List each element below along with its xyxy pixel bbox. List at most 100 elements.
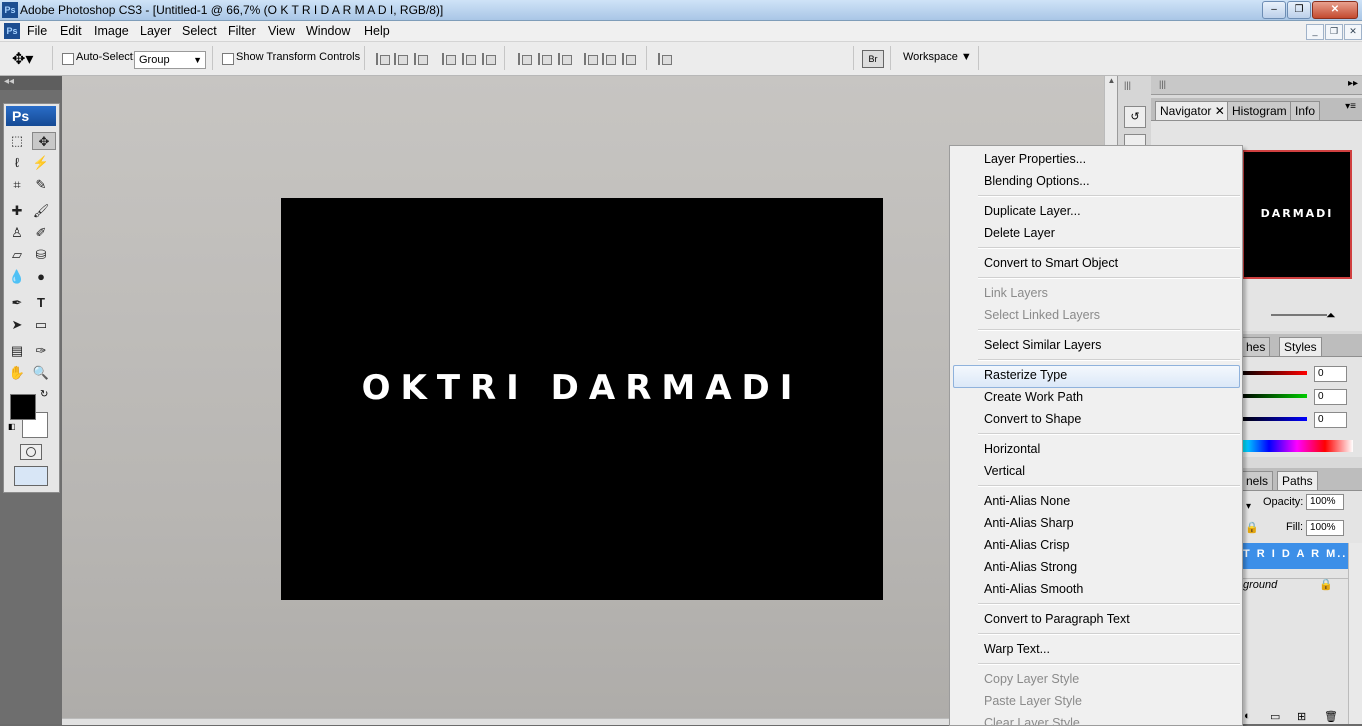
tools-collapse-bar[interactable]: ◂◂ — [0, 76, 62, 90]
align-top-icon[interactable] — [376, 53, 392, 65]
background-layer-name[interactable]: ground — [1243, 579, 1277, 591]
zoom-slider[interactable] — [1271, 314, 1327, 316]
doc-close-icon[interactable]: ✕ — [1344, 24, 1362, 40]
red-value[interactable]: 0 — [1314, 366, 1347, 382]
dodge-icon[interactable]: ● — [32, 268, 50, 286]
eraser-icon[interactable]: ▱ — [8, 246, 26, 264]
magic-wand-icon[interactable]: ⚡ — [32, 154, 50, 172]
menu-item-horizontal[interactable]: Horizontal — [984, 438, 1040, 460]
lasso-icon[interactable]: ℓ — [8, 154, 26, 172]
auto-select-dropdown[interactable]: Group ▼ — [134, 51, 206, 69]
align-left-icon[interactable] — [442, 53, 458, 65]
notes-icon[interactable]: ▤ — [8, 342, 26, 360]
green-slider[interactable] — [1241, 394, 1307, 398]
menu-item-anti-alias-smooth[interactable]: Anti-Alias Smooth — [984, 578, 1083, 600]
new-layer-icon[interactable]: ⊞ — [1297, 710, 1306, 723]
document-icon[interactable]: Ps — [4, 23, 20, 39]
auto-select-checkbox[interactable] — [62, 53, 74, 65]
align-bottom-icon[interactable] — [414, 53, 430, 65]
pen-icon[interactable]: ✒ — [8, 294, 26, 312]
rectangle-icon[interactable]: ▭ — [32, 316, 50, 334]
restore-icon[interactable]: ❐ — [1287, 1, 1311, 19]
red-slider[interactable] — [1241, 371, 1307, 375]
hand-icon[interactable]: ✋ — [8, 364, 26, 382]
menu-item-duplicate-layer[interactable]: Duplicate Layer... — [984, 200, 1081, 222]
menu-item-create-work-path[interactable]: Create Work Path — [984, 386, 1083, 408]
align-right-icon[interactable] — [482, 53, 498, 65]
brush-icon[interactable]: 🖌 — [32, 202, 50, 220]
marquee-icon[interactable]: ⬚ — [8, 132, 26, 150]
menu-item-blending-options[interactable]: Blending Options... — [984, 170, 1090, 192]
blur-icon[interactable]: 💧 — [8, 268, 26, 286]
paint-bucket-icon[interactable]: ⛁ — [32, 246, 50, 264]
workspace-menu[interactable]: Workspace ▼ — [903, 51, 972, 63]
zoom-in-icon[interactable]: ⏶ — [1326, 308, 1336, 323]
auto-align-icon[interactable] — [658, 53, 674, 65]
quick-mask-icon[interactable] — [20, 444, 42, 460]
menu-item-anti-alias-crisp[interactable]: Anti-Alias Crisp — [984, 534, 1069, 556]
menu-file[interactable]: File — [27, 24, 47, 38]
lock-icon[interactable]: 🔒 — [1245, 521, 1259, 534]
collapse-panels-icon[interactable]: ▸▸ — [1348, 78, 1358, 89]
menu-item-delete-layer[interactable]: Delete Layer — [984, 222, 1055, 244]
menu-layer[interactable]: Layer — [140, 24, 171, 38]
distribute-top-icon[interactable] — [518, 53, 534, 65]
menu-item-anti-alias-none[interactable]: Anti-Alias None — [984, 490, 1070, 512]
trash-icon[interactable]: 🗑 — [1324, 710, 1338, 723]
green-value[interactable]: 0 — [1314, 389, 1347, 405]
screen-mode-icon[interactable] — [14, 466, 48, 486]
grip-icon[interactable]: ||| — [1159, 79, 1166, 89]
distribute-left-icon[interactable] — [584, 53, 600, 65]
tab-histogram[interactable]: Histogram — [1227, 101, 1292, 120]
close-icon[interactable]: ✕ — [1215, 104, 1225, 118]
align-vcenter-icon[interactable] — [394, 53, 410, 65]
healing-icon[interactable]: ✚ — [8, 202, 26, 220]
menu-item-convert-to-smart-object[interactable]: Convert to Smart Object — [984, 252, 1118, 274]
menu-item-anti-alias-strong[interactable]: Anti-Alias Strong — [984, 556, 1077, 578]
swap-colors-icon[interactable]: ↻ — [40, 389, 48, 400]
canvas-document[interactable]: OKTRI DARMADI — [281, 198, 883, 600]
eyedropper-icon[interactable]: ✑ — [32, 342, 50, 360]
blue-value[interactable]: 0 — [1314, 412, 1347, 428]
menu-filter[interactable]: Filter — [228, 24, 256, 38]
bridge-icon[interactable]: Br — [862, 50, 884, 68]
menu-select[interactable]: Select — [182, 24, 217, 38]
path-select-icon[interactable]: ➤ — [8, 316, 26, 334]
grip-icon[interactable]: ||| — [1124, 80, 1131, 90]
menu-item-convert-to-shape[interactable]: Convert to Shape — [984, 408, 1081, 430]
close-icon[interactable]: ✕ — [1312, 1, 1358, 19]
canvas-type-layer-text[interactable]: OKTRI DARMADI — [281, 368, 883, 408]
menu-edit[interactable]: Edit — [60, 24, 82, 38]
doc-minimize-icon[interactable]: _ — [1306, 24, 1324, 40]
crop-icon[interactable]: ⌗ — [8, 176, 26, 194]
distribute-hcenter-icon[interactable] — [602, 53, 618, 65]
tab-swatches[interactable]: hes — [1241, 337, 1271, 356]
layer-style-icon[interactable]: ◐ — [1244, 710, 1251, 722]
type-icon[interactable]: T — [32, 294, 50, 312]
tab-channels[interactable]: nels — [1241, 471, 1274, 490]
tab-styles[interactable]: Styles — [1279, 337, 1322, 356]
tab-navigator[interactable]: Navigator ✕ — [1155, 101, 1230, 120]
doc-restore-icon[interactable]: ❐ — [1325, 24, 1343, 40]
menu-view[interactable]: View — [268, 24, 295, 38]
align-hcenter-icon[interactable] — [462, 53, 478, 65]
menu-item-anti-alias-sharp[interactable]: Anti-Alias Sharp — [984, 512, 1074, 534]
navigator-preview[interactable]: DARMADI — [1242, 150, 1352, 279]
minimize-icon[interactable]: – — [1262, 1, 1286, 19]
menu-item-convert-to-paragraph-text[interactable]: Convert to Paragraph Text — [984, 608, 1130, 630]
history-panel-icon[interactable]: ↺ — [1124, 106, 1146, 128]
tab-paths[interactable]: Paths — [1277, 471, 1318, 490]
menu-item-layer-properties[interactable]: Layer Properties... — [984, 148, 1086, 170]
move-tool-preset-icon[interactable]: ✥▾ — [12, 49, 33, 69]
panel-menu-icon[interactable]: ▾≡ — [1345, 101, 1356, 112]
menu-image[interactable]: Image — [94, 24, 129, 38]
menu-item-vertical[interactable]: Vertical — [984, 460, 1025, 482]
zoom-icon[interactable]: 🔍 — [32, 364, 50, 382]
blend-mode-dropdown[interactable]: ▾ — [1246, 501, 1251, 512]
menu-item-select-similar-layers[interactable]: Select Similar Layers — [984, 334, 1101, 356]
foreground-color-swatch[interactable] — [10, 394, 36, 420]
menu-help[interactable]: Help — [364, 24, 390, 38]
tab-info[interactable]: Info — [1290, 101, 1321, 120]
opacity-field[interactable]: 100% — [1306, 494, 1344, 510]
move-icon[interactable]: ✥ — [32, 132, 56, 150]
